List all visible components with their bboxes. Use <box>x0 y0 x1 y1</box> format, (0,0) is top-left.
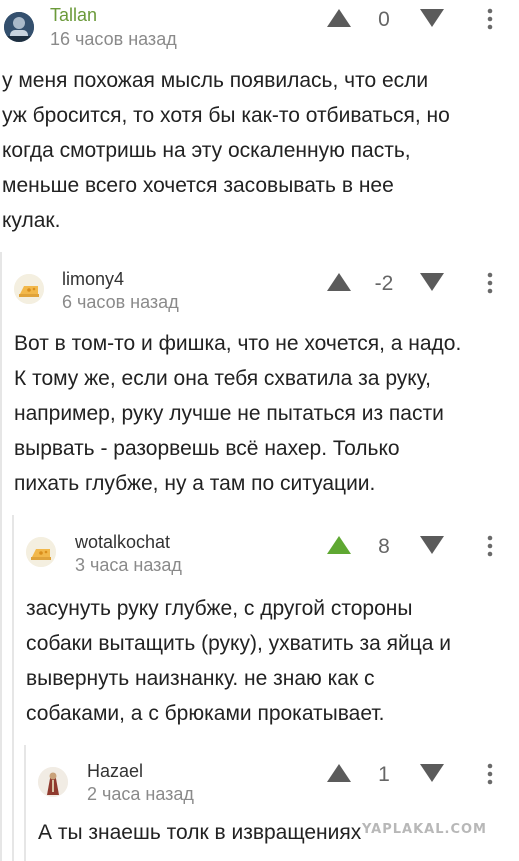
comment-body: у меня похожая мысль появилась, что если… <box>2 63 450 238</box>
more-options-icon[interactable] <box>486 8 494 35</box>
comment-rating: 1 <box>378 763 390 786</box>
downvote-button[interactable] <box>419 535 445 560</box>
comment-header: wotalkochat 3 часа назад 8 <box>0 515 519 575</box>
comment-line: у меня похожая мысль появилась, что если <box>2 69 429 92</box>
comment-body: Вот в том-то и фишка, что не хочется, а … <box>14 326 461 501</box>
comment-header: Hazael 2 часа назад 1 <box>0 745 519 804</box>
user-avatar-icon[interactable] <box>38 767 68 797</box>
comment-author[interactable]: limony4 <box>62 269 124 290</box>
comment-limony4-content: limony4 6 часов назад -2 Вот в том-то и … <box>0 252 519 510</box>
comment-hazael: Hazael 2 часа назад 1 А ты знаешь толк в… <box>0 745 519 861</box>
comment-line: вырвать - разорвешь всё нахер. Только <box>14 437 400 460</box>
comment-author[interactable]: wotalkochat <box>75 532 170 553</box>
user-avatar-icon[interactable] <box>4 12 34 42</box>
comment-author[interactable]: Hazael <box>87 761 143 782</box>
comment-timestamp: 3 часа назад <box>75 555 182 575</box>
downvote-button[interactable] <box>419 272 445 297</box>
downvote-button[interactable] <box>419 763 445 788</box>
comment-rating: 8 <box>378 535 390 558</box>
comment-body: засунуть руку глубже, с другой стороны с… <box>26 591 451 731</box>
comment-tallan: Tallan 16 часов назад 0 у меня похожая м… <box>0 0 519 250</box>
comment-line: собаками, а с брюками прокатывает. <box>26 702 385 725</box>
more-options-icon[interactable] <box>486 272 494 299</box>
comment-rating: 0 <box>378 8 390 31</box>
more-options-icon[interactable] <box>486 535 494 562</box>
comment-line: К тому же, если она тебя схватила за рук… <box>14 367 431 390</box>
upvote-button-active[interactable] <box>326 535 352 560</box>
comment-wotalkochat: wotalkochat 3 часа назад 8 засунуть руку… <box>0 515 519 745</box>
comment-timestamp: 6 часов назад <box>62 292 179 312</box>
comment-line: А ты знаешь толк в извращениях <box>38 821 362 844</box>
comment-timestamp: 2 часа назад <box>87 784 194 804</box>
comment-line: меньше всего хочется засовывать в нее <box>2 174 394 197</box>
comment-line: уж бросится, то хотя бы как-то отбиватьс… <box>2 104 450 127</box>
comment-line: вывернуть наизнанку. не знаю как с <box>26 667 375 690</box>
comment-line: кулак. <box>2 209 61 232</box>
cheese-avatar-icon[interactable] <box>26 537 56 567</box>
comment-line: когда смотришь на эту оскаленную пасть, <box>2 139 411 162</box>
site-watermark: YAPLAKAL.COM <box>362 822 487 837</box>
comment-line: Вот в том-то и фишка, что не хочется, а … <box>14 332 462 355</box>
comment-line: например, руку лучше не пытаться из паст… <box>14 402 444 425</box>
comment-timestamp: 16 часов назад <box>50 29 177 49</box>
comment-rating: -2 <box>374 272 394 295</box>
comment-line: пихать глубже, ну а там по ситуации. <box>14 472 376 495</box>
comment-line: собаки вытащить (руку), ухватить за яйца… <box>26 632 452 655</box>
downvote-button[interactable] <box>419 8 445 33</box>
upvote-button[interactable] <box>326 272 352 297</box>
comment-line: засунуть руку глубже, с другой стороны <box>26 597 413 620</box>
comment-header: limony4 6 часов назад -2 <box>0 252 519 312</box>
more-options-icon[interactable] <box>486 763 494 790</box>
cheese-avatar-icon[interactable] <box>14 274 44 304</box>
comment-header: Tallan 16 часов назад 0 <box>0 0 519 52</box>
upvote-button[interactable] <box>326 763 352 788</box>
upvote-button[interactable] <box>326 8 352 33</box>
comment-body: А ты знаешь толк в извращениях <box>38 815 361 850</box>
comment-author[interactable]: Tallan <box>50 5 97 26</box>
